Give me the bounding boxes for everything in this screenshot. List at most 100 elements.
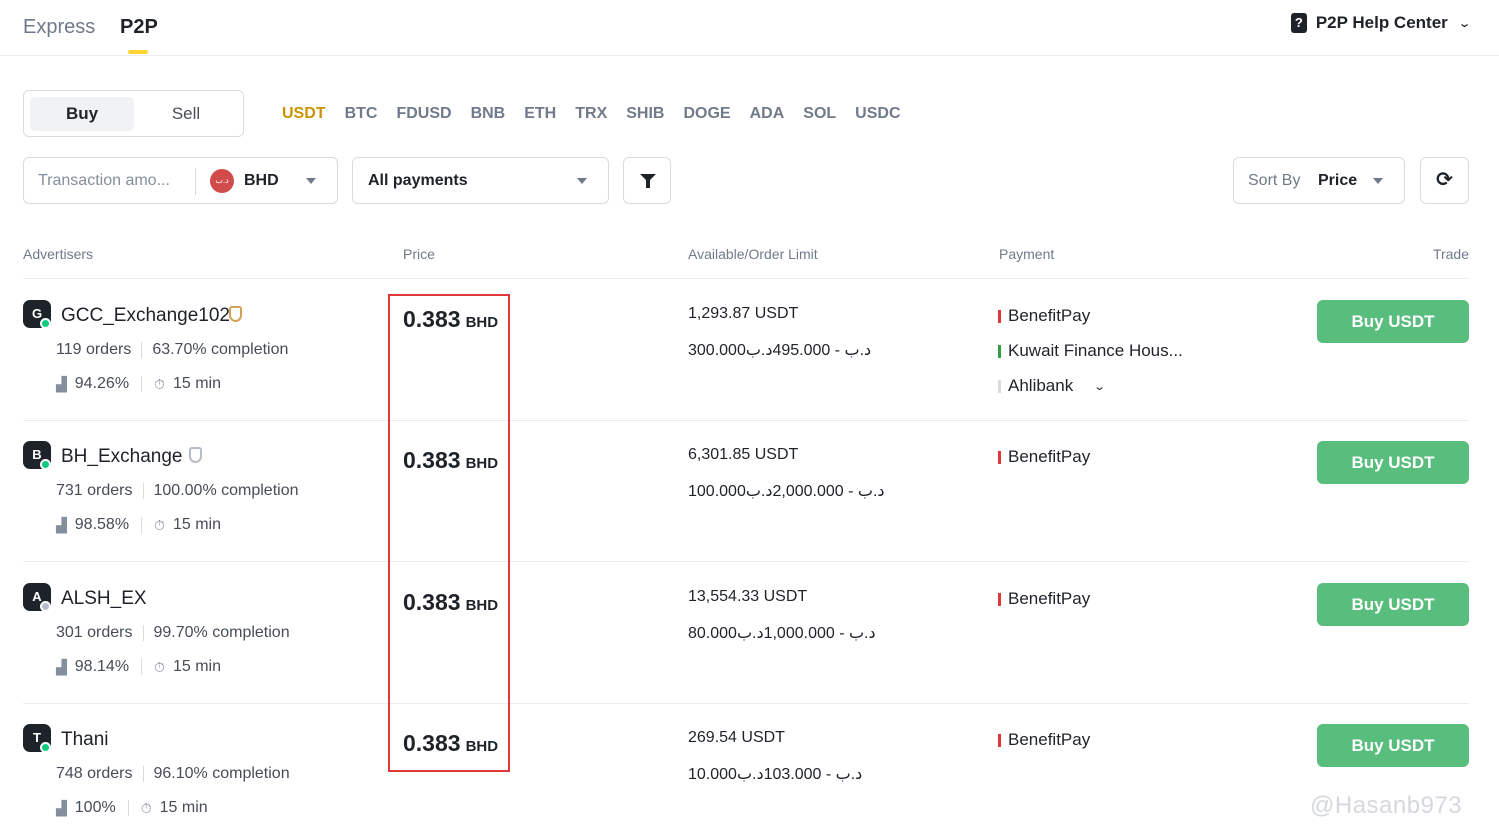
coin-tab-usdt[interactable]: USDT bbox=[282, 105, 326, 123]
divider bbox=[142, 483, 144, 499]
divider bbox=[141, 517, 143, 533]
advertiser-rating: ▟ 94.26% ⏱ 15 min bbox=[56, 375, 221, 393]
orders-count: 119 orders bbox=[56, 341, 132, 358]
completion-rate: 96.10% completion bbox=[153, 765, 290, 782]
thumbs-up-icon: ▟ bbox=[56, 658, 67, 675]
thumbs-up-icon: ▟ bbox=[56, 516, 67, 533]
available-amount: 6,301.85 USDT bbox=[688, 446, 799, 463]
rating-value: 98.14% bbox=[74, 658, 130, 675]
available-amount: 269.54 USDT bbox=[688, 729, 785, 746]
payment-name: BenefitPay bbox=[1008, 730, 1091, 749]
available-amount: 1,293.87 USDT bbox=[688, 305, 799, 322]
advertiser-stats: 301 orders 99.70% completion bbox=[56, 624, 290, 642]
thumbs-up-icon: ▟ bbox=[56, 375, 67, 392]
rating-value: 98.58% bbox=[74, 516, 130, 533]
filter-button[interactable] bbox=[623, 157, 671, 204]
help-center-button[interactable]: ? P2P Help Center ⌄ bbox=[1290, 13, 1471, 33]
header-price: Price bbox=[403, 246, 435, 262]
amount-input[interactable]: Transaction amo... bbox=[38, 172, 170, 190]
caret-down-icon[interactable] bbox=[306, 178, 316, 184]
tab-express[interactable]: Express bbox=[23, 16, 95, 39]
online-status-dot bbox=[40, 742, 51, 753]
refresh-button[interactable]: ⟳ bbox=[1420, 157, 1469, 204]
divider bbox=[195, 168, 196, 195]
rating-value: 100% bbox=[74, 799, 116, 816]
buy-usdt-button[interactable]: Buy USDT bbox=[1317, 300, 1469, 343]
tab-p2p[interactable]: P2P bbox=[120, 16, 158, 39]
coin-tabs: USDT BTC FDUSD BNB ETH TRX SHIB DOGE ADA SOL USDC bbox=[282, 105, 920, 123]
coin-tab-trx[interactable]: TRX bbox=[575, 105, 607, 123]
buy-sell-toggle: Buy Sell bbox=[23, 90, 244, 137]
divider bbox=[141, 376, 143, 392]
filter-icon-stem bbox=[646, 180, 650, 188]
sort-select[interactable]: Sort By Price bbox=[1233, 157, 1405, 204]
coin-tab-sol[interactable]: SOL bbox=[803, 105, 836, 123]
chevron-down-icon[interactable]: ⌄ bbox=[1093, 380, 1106, 393]
currency-flag-icon: د.ب bbox=[210, 169, 234, 193]
divider bbox=[141, 342, 143, 358]
completion-rate: 100.00% completion bbox=[153, 482, 299, 499]
orders-count: 748 orders bbox=[56, 765, 133, 782]
coin-tab-btc[interactable]: BTC bbox=[345, 105, 378, 123]
sort-by-label: Sort By bbox=[1248, 172, 1301, 189]
pay-time: 15 min bbox=[172, 375, 221, 392]
top-nav: Express P2P ? P2P Help Center ⌄ bbox=[0, 0, 1499, 56]
advertiser-rating: ▟ 98.14% ⏱ 15 min bbox=[56, 658, 221, 676]
amount-filter: Transaction amo... د.ب BHD bbox=[23, 157, 338, 204]
table-row: B BH_Exchange 731 orders 100.00% completi… bbox=[0, 420, 1499, 561]
header-advertisers: Advertisers bbox=[23, 246, 94, 262]
advertiser-stats: 748 orders 96.10% completion bbox=[56, 765, 290, 783]
payment-color-bar bbox=[998, 450, 1001, 464]
coin-tab-usdc[interactable]: USDC bbox=[855, 105, 900, 123]
coin-tab-eth[interactable]: ETH bbox=[524, 105, 556, 123]
orders-count: 301 orders bbox=[56, 624, 133, 641]
timer-icon: ⏱ bbox=[154, 516, 165, 533]
currency-select[interactable]: BHD bbox=[244, 172, 279, 190]
buy-usdt-button[interactable]: Buy USDT bbox=[1317, 583, 1469, 626]
coin-tab-doge[interactable]: DOGE bbox=[683, 105, 730, 123]
payment-name: BenefitPay bbox=[1008, 306, 1091, 325]
payment-method: Kuwait Finance Hous... bbox=[998, 341, 1183, 361]
order-limit: 80.000د.ب - 1,000.000د.ب bbox=[688, 625, 876, 642]
advertiser-name[interactable]: GCC_Exchange102 bbox=[61, 305, 230, 327]
coin-tab-shib[interactable]: SHIB bbox=[626, 105, 664, 123]
buy-usdt-button[interactable]: Buy USDT bbox=[1317, 724, 1469, 767]
header-payment: Payment bbox=[999, 246, 1055, 262]
payment-method: Ahlibank ⌄ bbox=[998, 376, 1106, 396]
order-limit: 100.000د.ب - 2,000.000د.ب bbox=[688, 483, 885, 500]
buy-usdt-button[interactable]: Buy USDT bbox=[1317, 441, 1469, 484]
advertiser-stats: 119 orders 63.70% completion bbox=[56, 341, 288, 359]
payments-select[interactable]: All payments bbox=[352, 157, 609, 204]
caret-down-icon bbox=[577, 178, 587, 184]
help-center-label: P2P Help Center bbox=[1315, 13, 1448, 32]
payment-color-bar bbox=[998, 309, 1001, 323]
payment-method: BenefitPay bbox=[998, 306, 1090, 326]
payment-method: BenefitPay bbox=[998, 447, 1090, 467]
sort-by-value: Price bbox=[1318, 172, 1358, 189]
advertiser-name[interactable]: BH_Exchange bbox=[61, 446, 182, 468]
pay-time: 15 min bbox=[172, 658, 221, 675]
buy-button[interactable]: Buy bbox=[30, 97, 134, 131]
merchant-badge-icon bbox=[189, 447, 202, 463]
advertiser-name[interactable]: ALSH_EX bbox=[61, 588, 147, 610]
online-status-dot bbox=[40, 459, 51, 470]
rating-value: 94.26% bbox=[74, 375, 130, 392]
completion-rate: 63.70% completion bbox=[152, 341, 289, 358]
coin-tab-fdusd[interactable]: FDUSD bbox=[396, 105, 451, 123]
merchant-badge-icon bbox=[229, 306, 242, 322]
coin-tab-bnb[interactable]: BNB bbox=[471, 105, 506, 123]
sell-button[interactable]: Sell bbox=[140, 97, 232, 131]
divider bbox=[127, 800, 129, 816]
thumbs-up-icon: ▟ bbox=[56, 799, 67, 816]
coin-tab-ada[interactable]: ADA bbox=[750, 105, 785, 123]
online-status-dot bbox=[40, 318, 51, 329]
order-limit: 300.000د.ب - 495.000د.ب bbox=[688, 342, 872, 359]
payment-method: BenefitPay bbox=[998, 589, 1090, 609]
table-row: T Thani 748 orders 96.10% completion ▟ 10… bbox=[0, 703, 1499, 828]
divider bbox=[142, 766, 144, 782]
order-limit: 10.000د.ب - 103.000د.ب bbox=[688, 766, 863, 783]
advertiser-name[interactable]: Thani bbox=[61, 729, 109, 751]
available-amount: 13,554.33 USDT bbox=[688, 588, 808, 605]
payment-method: BenefitPay bbox=[998, 730, 1090, 750]
timer-icon: ⏱ bbox=[140, 799, 152, 816]
